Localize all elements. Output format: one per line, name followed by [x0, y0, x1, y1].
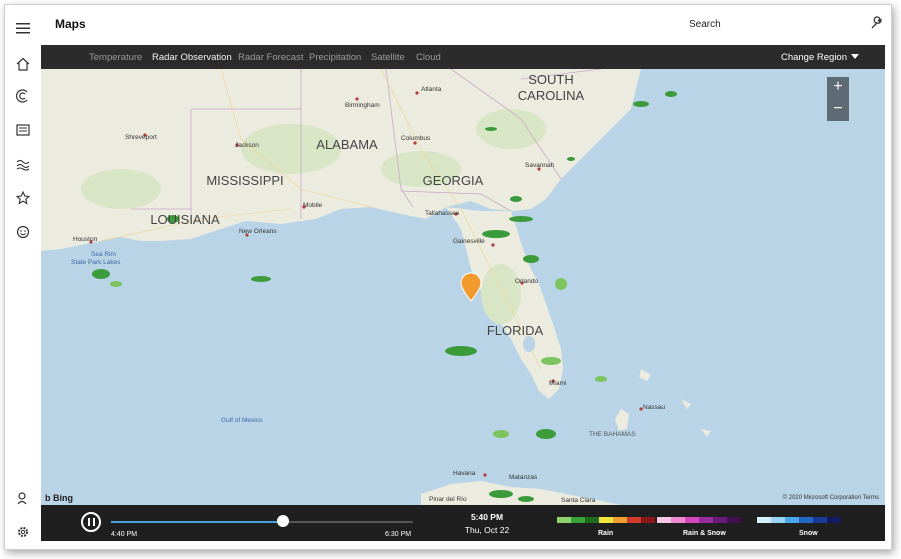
legend-rain-snow-label: Rain & Snow: [683, 530, 726, 537]
state-label-louisiana: LOUISIANA: [150, 212, 220, 227]
radar-timeline: 4:40 PM 6:30 PM 5:40 PM Thu, Oct 22 Rain…: [41, 505, 885, 541]
app-title: Maps: [55, 17, 86, 31]
zoom-control: + −: [827, 77, 849, 121]
city-houston: Houston: [73, 236, 98, 243]
park-label-1: Sea Rim: [91, 251, 116, 258]
left-rail: [5, 5, 41, 549]
legend-swatch: [727, 517, 741, 523]
change-region-button[interactable]: Change Region: [781, 52, 847, 63]
city-atlanta: Atlanta: [421, 86, 442, 93]
life-icon[interactable]: [14, 223, 32, 241]
legend-swatch: [757, 517, 771, 523]
legend-rain-scale: [557, 517, 655, 523]
legend-swatch: [813, 517, 827, 523]
chevron-down-icon[interactable]: [851, 54, 859, 59]
legend-rain-snow-scale: [657, 517, 741, 523]
timeline-start-time: 4:40 PM: [111, 531, 138, 538]
city-columbus: Columbus: [401, 135, 431, 142]
tab-radar-forecast[interactable]: Radar Forecast: [238, 52, 303, 63]
menu-icon[interactable]: [14, 19, 32, 37]
zoom-out-button[interactable]: −: [827, 99, 849, 121]
settings-icon[interactable]: [14, 523, 32, 541]
city-havana: Havana: [453, 470, 476, 477]
state-label-mississippi: MISSISSIPPI: [206, 173, 283, 188]
weather-icon[interactable]: [14, 87, 32, 105]
maps-icon[interactable]: [14, 155, 32, 173]
legend-swatch: [713, 517, 727, 523]
city-jackson: Jackson: [235, 142, 259, 149]
city-orlando: Orlando: [515, 278, 539, 285]
region-bahamas: THE BAHAMAS: [589, 431, 636, 438]
state-label-sc2: CAROLINA: [518, 88, 585, 103]
city-matanzas: Matanzas: [509, 474, 538, 481]
timeline-slider[interactable]: [111, 521, 413, 523]
city-mobile: Mobile: [303, 202, 323, 209]
city-pinar: Pinar del Río: [429, 496, 467, 503]
legend-swatch: [827, 517, 841, 523]
weather-map[interactable]: SOUTH CAROLINA ALABAMA MISSISSIPPI GEORG…: [41, 69, 885, 505]
legend-swatch: [557, 517, 571, 523]
home-icon[interactable]: [14, 55, 32, 73]
state-label-alabama: ALABAMA: [316, 137, 378, 152]
tab-satellite[interactable]: Satellite: [371, 52, 405, 63]
legend-swatch: [685, 517, 699, 523]
layer-tabs-bar: Temperature Radar Observation Radar Fore…: [41, 45, 885, 69]
legend-swatch: [571, 517, 585, 523]
bing-logo: b Bing: [45, 493, 73, 503]
city-gainesville: Gainesville: [453, 238, 485, 245]
legend-swatch: [613, 517, 627, 523]
bing-icon: b: [45, 493, 53, 503]
account-icon[interactable]: [14, 489, 32, 507]
legend-swatch: [641, 517, 655, 523]
tab-temperature[interactable]: Temperature: [89, 52, 142, 63]
bahamas-small: [639, 369, 711, 437]
map-canvas: SOUTH CAROLINA ALABAMA MISSISSIPPI GEORG…: [41, 69, 885, 505]
timeline-thumb[interactable]: [277, 515, 290, 527]
title-bar: Maps Search: [41, 5, 891, 43]
legend-swatch: [671, 517, 685, 523]
park-label-2: State Park Lakes: [71, 259, 121, 266]
andros: [615, 409, 629, 431]
city-nassau: Nassau: [643, 404, 665, 411]
favorites-icon[interactable]: [14, 189, 32, 207]
current-time: 5:40 PM: [470, 512, 504, 522]
copyright-text[interactable]: © 2020 Microsoft Corporation Terms: [783, 495, 879, 501]
wrench-icon[interactable]: [869, 15, 883, 33]
location-pin-icon: [460, 272, 482, 302]
city-savannah: Savannah: [525, 162, 555, 169]
bing-label: Bing: [53, 493, 73, 503]
city-shreveport: Shreveport: [125, 134, 157, 141]
news-icon[interactable]: [14, 121, 32, 139]
legend-swatch: [585, 517, 599, 523]
legend-swatch: [799, 517, 813, 523]
legend-swatch: [771, 517, 785, 523]
city-santa-clara: Santa Clara: [561, 497, 596, 504]
zoom-in-button[interactable]: +: [827, 77, 849, 99]
state-label-georgia: GEORGIA: [423, 173, 484, 188]
state-label-florida: FLORIDA: [487, 323, 544, 338]
legend-swatch: [627, 517, 641, 523]
timeline-end-time: 6:30 PM: [385, 531, 412, 538]
legend-snow-label: Snow: [799, 530, 818, 537]
legend-snow-scale: [757, 517, 841, 523]
search-button[interactable]: Search: [689, 19, 721, 30]
app-window: Maps Search Temperature Radar Observatio…: [4, 4, 892, 550]
legend-rain-label: Rain: [598, 530, 614, 537]
city-miami: Miami: [549, 380, 566, 387]
tab-radar-observation[interactable]: Radar Observation: [152, 52, 232, 63]
current-date: Thu, Oct 22: [464, 525, 510, 535]
water-label-gulf: Gulf of Mexico: [221, 417, 263, 424]
city-tallahassee: Tallahassee: [425, 210, 460, 217]
legend-swatch: [699, 517, 713, 523]
state-label-sc1: SOUTH: [528, 72, 574, 87]
legend-swatch: [599, 517, 613, 523]
city-new-orleans: New Orleans: [239, 228, 277, 235]
tab-precipitation[interactable]: Precipitation: [309, 52, 361, 63]
timeline-progress: [111, 521, 284, 523]
legend-swatch: [657, 517, 671, 523]
legend-swatch: [785, 517, 799, 523]
city-birmingham: Birmingham: [345, 102, 380, 109]
tab-cloud[interactable]: Cloud: [416, 52, 441, 63]
pause-button[interactable]: [81, 512, 101, 532]
